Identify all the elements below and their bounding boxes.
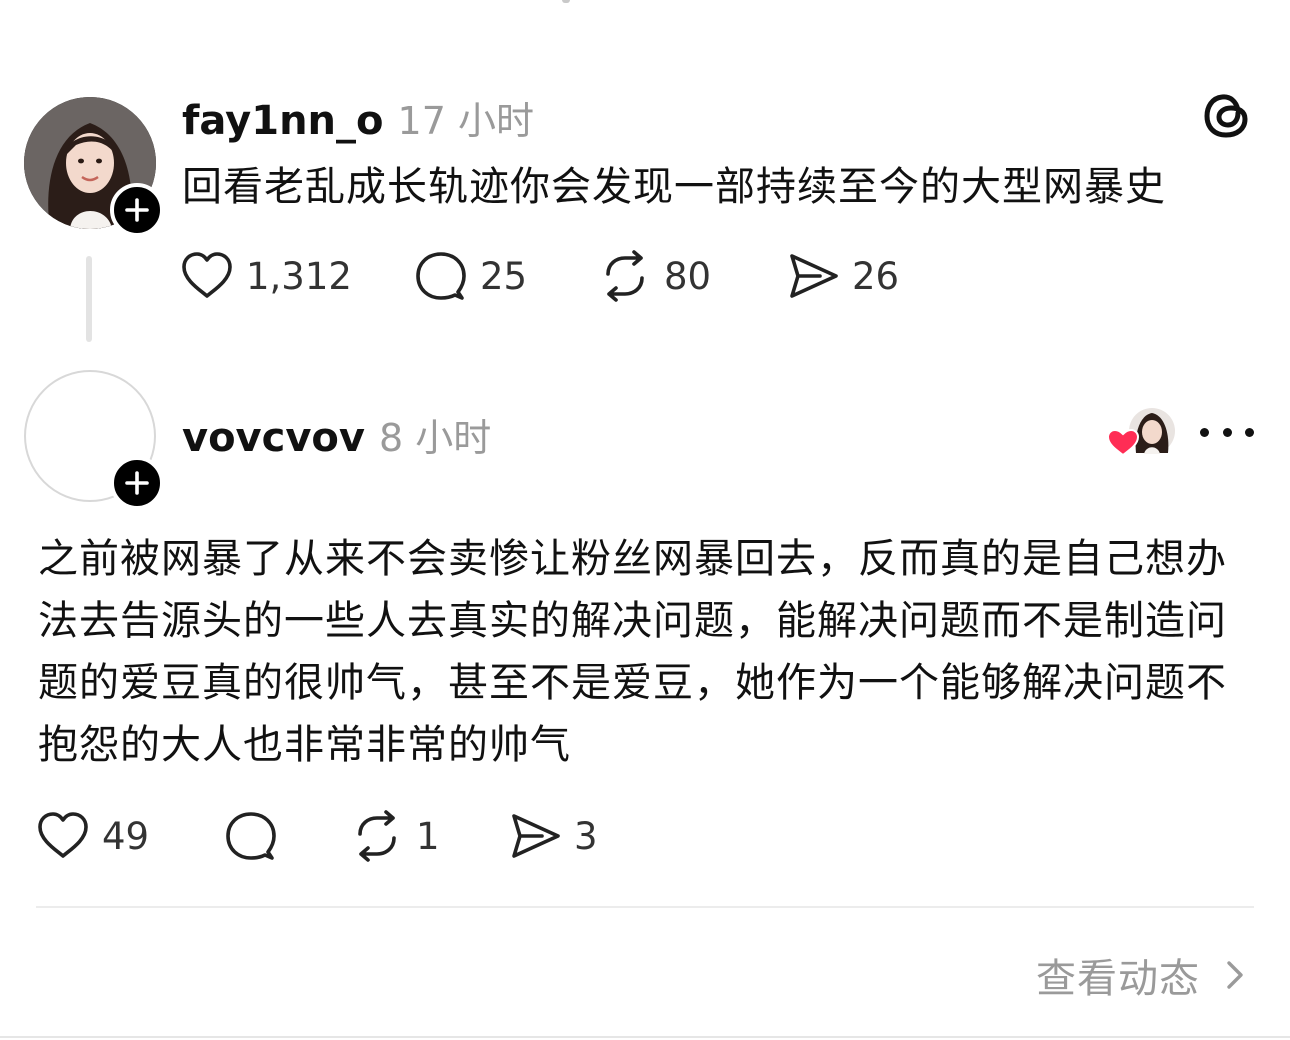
author-avatar-with-heart [1106, 408, 1175, 457]
share-button[interactable]: 26 [786, 250, 899, 302]
repost-button[interactable]: 1 [350, 810, 508, 862]
post-header: vovcvov 8 小时 [182, 407, 491, 462]
more-icon [1245, 427, 1254, 437]
post-actions: 49 1 3 [36, 810, 598, 862]
repost-icon [358, 810, 396, 862]
post-actions: 1,312 25 80 26 [180, 250, 899, 302]
post-time: 17 小时 [397, 99, 534, 143]
comment-count: 25 [480, 254, 528, 298]
divider [36, 906, 1254, 908]
share-count: 26 [852, 254, 900, 298]
like-count: 49 [102, 814, 150, 858]
follow-button[interactable] [110, 456, 164, 510]
comment-button[interactable]: 25 [414, 250, 598, 302]
post-text: 回看老乱成长轨迹你会发现一部持续至今的大型网暴史 [182, 164, 1166, 210]
more-options-button[interactable] [1200, 420, 1254, 444]
follow-button[interactable] [110, 183, 164, 237]
view-activity-label: 查看动态 [1036, 956, 1200, 1002]
plus-icon [125, 198, 149, 222]
post-time: 8 小时 [378, 416, 492, 460]
chevron-right-icon [1227, 961, 1243, 989]
share-count: 3 [574, 814, 598, 858]
heart-icon [182, 252, 232, 298]
top-edge-mark [562, 0, 570, 3]
repost-icon [606, 250, 644, 302]
send-icon [790, 254, 838, 298]
liked-by-author-badge [1106, 407, 1178, 459]
post-header: fay1nn_o 17 小时 [182, 90, 534, 145]
repost-count: 80 [664, 254, 712, 298]
comment-bubble-icon [416, 252, 466, 300]
heart-icon [38, 812, 88, 858]
post-username[interactable]: fay1nn_o [182, 98, 384, 144]
post-username[interactable]: vovcvov [182, 415, 365, 461]
view-activity-link[interactable]: 查看动态 [1036, 946, 1252, 1004]
more-icon [1222, 427, 1232, 437]
thread-connector-line [86, 256, 92, 342]
repost-button[interactable]: 80 [598, 250, 786, 302]
comment-bubble-icon [226, 812, 276, 860]
post-text: 之前被网暴了从来不会卖惨让粉丝网暴回去，反而真的是自己想办法去告源头的一些人去真… [38, 536, 1227, 768]
like-button[interactable]: 1,312 [180, 250, 414, 302]
threads-logo-icon[interactable] [1200, 88, 1254, 142]
repost-count: 1 [416, 814, 440, 858]
more-icon [1200, 427, 1209, 437]
comment-button[interactable] [224, 810, 350, 862]
like-count: 1,312 [246, 254, 352, 298]
send-icon [512, 814, 560, 858]
like-button[interactable]: 49 [36, 810, 224, 862]
share-button[interactable]: 3 [508, 810, 598, 862]
plus-icon [125, 471, 149, 495]
bottom-divider [0, 1036, 1290, 1038]
